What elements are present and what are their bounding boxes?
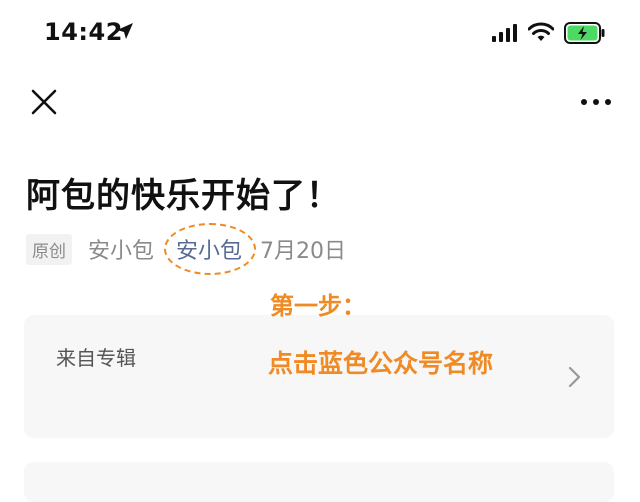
publish-date: 7月20日 (260, 239, 347, 264)
author-name: 安小包 (88, 239, 155, 264)
original-badge: 原创 (26, 233, 72, 265)
article-title: 阿包的快乐开始了！ (26, 176, 341, 216)
location-arrow-icon (117, 23, 133, 39)
close-button[interactable] (28, 86, 60, 118)
album-label: 来自专辑 (56, 346, 136, 370)
more-options-button[interactable] (576, 92, 616, 112)
cellular-signal-icon (492, 24, 517, 42)
annotation-step: 第一步： (270, 292, 366, 320)
status-time: 14:42 (44, 18, 123, 46)
chevron-right-icon (568, 366, 581, 388)
article-meta: 原创 安小包 安小包 7月20日 (26, 223, 347, 275)
wifi-icon (528, 22, 554, 41)
account-name-link[interactable]: 安小包 (164, 223, 257, 275)
annotation-instruction: 点击蓝色公众号名称 (268, 349, 494, 378)
content-card (24, 462, 614, 502)
battery-charging-icon (564, 22, 605, 44)
